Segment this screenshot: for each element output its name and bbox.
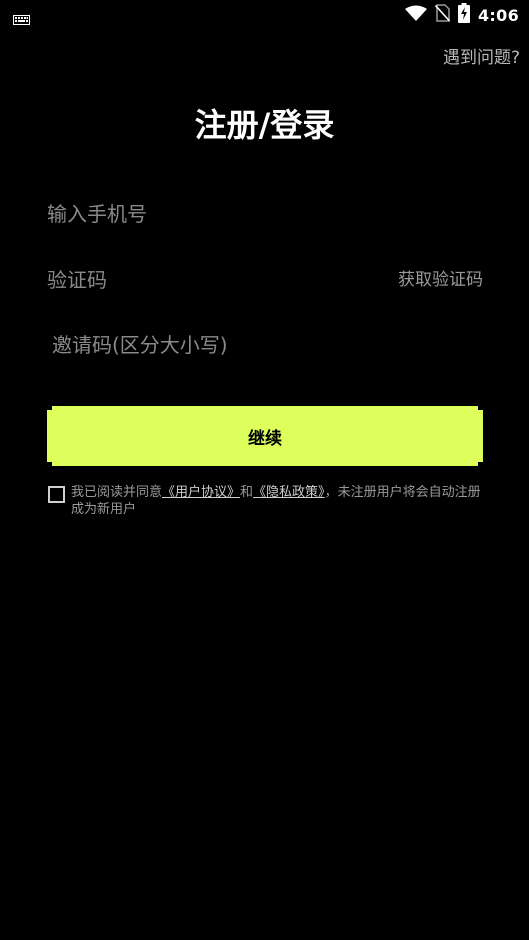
agreement-and: 和 bbox=[240, 485, 254, 500]
get-code-button[interactable]: 获取验证码 bbox=[398, 258, 483, 302]
wifi-icon bbox=[405, 5, 427, 26]
continue-button[interactable]: 继续 bbox=[47, 406, 483, 466]
keyboard-icon bbox=[13, 10, 30, 29]
agreement-prefix: 我已阅读并同意 bbox=[71, 485, 163, 500]
privacy-policy-link[interactable]: 《隐私政策》 bbox=[253, 485, 325, 500]
agree-checkbox[interactable] bbox=[48, 486, 65, 503]
phone-field bbox=[47, 192, 483, 236]
code-field: 获取验证码 bbox=[47, 258, 483, 302]
phone-input[interactable] bbox=[47, 192, 483, 236]
agreement-text: 我已阅读并同意《用户协议》和《隐私政策》，未注册用户将会自动注册成为新用户 bbox=[71, 484, 483, 518]
no-sim-icon bbox=[434, 4, 451, 26]
status-bar: 4:06 bbox=[0, 0, 529, 30]
battery-charging-icon bbox=[458, 3, 470, 27]
status-time: 4:06 bbox=[478, 5, 519, 25]
invite-code-input[interactable] bbox=[52, 323, 483, 367]
agreement-row: 我已阅读并同意《用户协议》和《隐私政策》，未注册用户将会自动注册成为新用户 bbox=[47, 484, 483, 518]
user-agreement-link[interactable]: 《用户协议》 bbox=[162, 485, 240, 500]
invite-field bbox=[52, 323, 483, 367]
page-title: 注册/登录 bbox=[194, 106, 335, 144]
help-link[interactable]: 遇到问题? bbox=[443, 43, 520, 68]
